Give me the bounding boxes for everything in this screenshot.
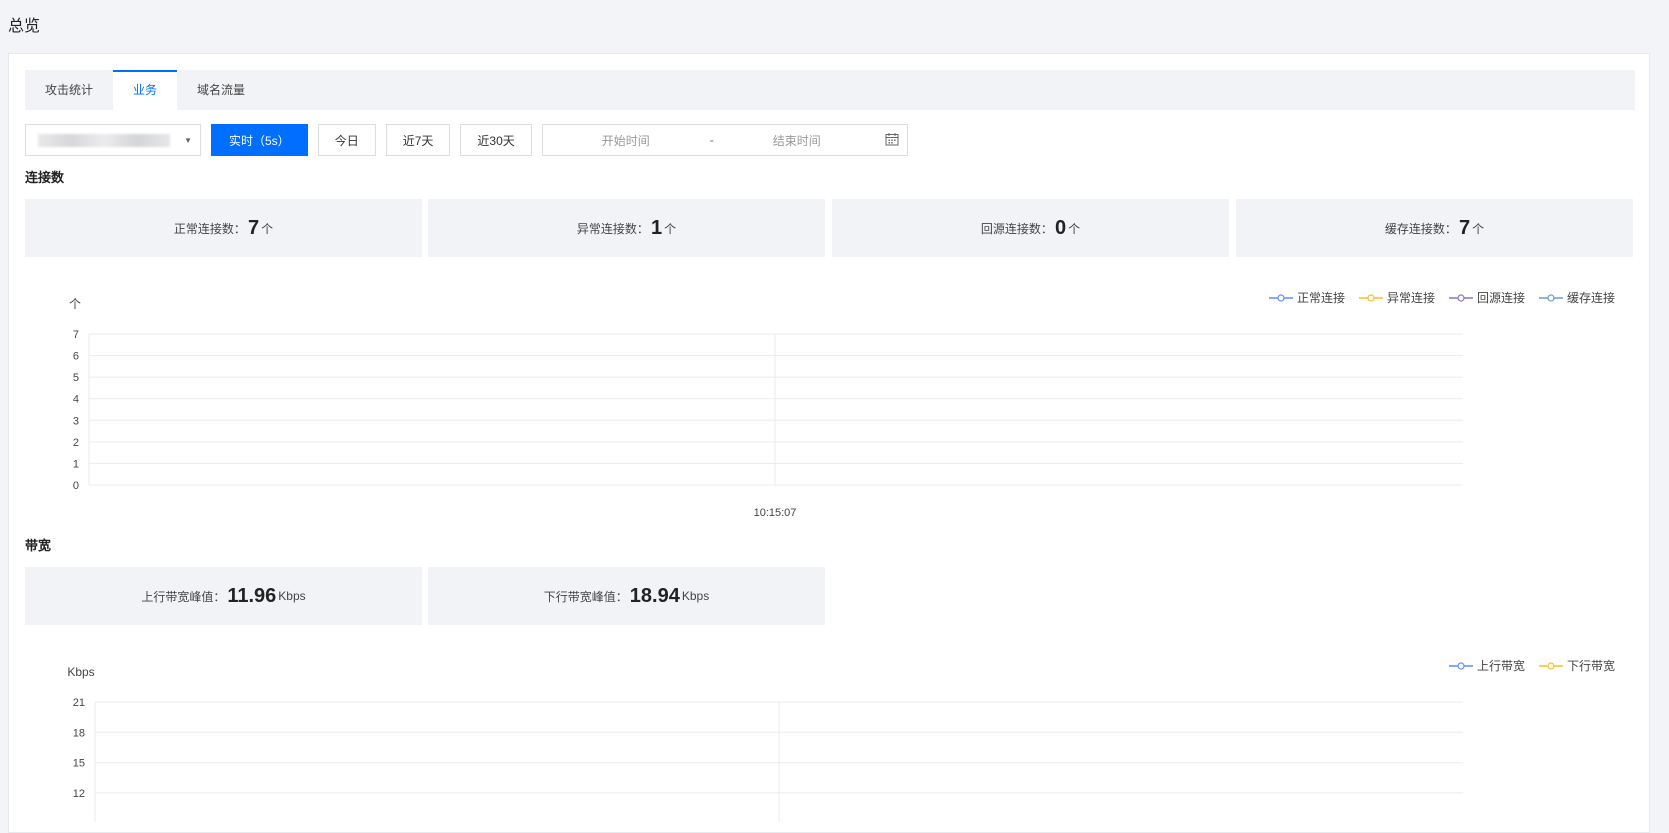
y-tick-label: 4 <box>73 394 79 406</box>
x-tick-label: 10:15:07 <box>754 507 797 519</box>
stat-value: 0 <box>1054 216 1067 239</box>
tab-business[interactable]: 业务 <box>113 70 178 110</box>
y-tick-label: 15 <box>73 758 85 770</box>
origin-connections-stat: 回源连接数： 0 个 <box>832 199 1229 257</box>
y-tick-label: 2 <box>73 437 79 449</box>
toolbar: ▼ 实时（5s） 今日 近7天 近30天 开始时间 - 结束时间 <box>25 124 908 156</box>
stat-unit: 个 <box>1472 221 1485 236</box>
stat-label: 缓存连接数： <box>1384 221 1457 236</box>
y-tick-label: 0 <box>73 480 79 492</box>
start-time-input[interactable]: 开始时间 <box>602 132 650 149</box>
caret-down-icon: ▼ <box>184 136 192 145</box>
end-time-input[interactable]: 结束时间 <box>773 132 821 149</box>
stat-label: 正常连接数： <box>173 221 246 236</box>
connections-chart: 个 0 1 2 3 4 5 6 7 10:15:07 <box>69 297 1463 519</box>
date-separator: - <box>709 133 714 147</box>
cache-connections-stat: 缓存连接数： 7 个 <box>1236 199 1633 257</box>
tab-attack-stats[interactable]: 攻击统计 <box>25 70 113 110</box>
stat-label: 异常连接数： <box>576 221 649 236</box>
stat-value: 1 <box>650 216 663 239</box>
y-tick-label: 18 <box>73 727 85 739</box>
stat-unit: 个 <box>1068 221 1081 236</box>
bandwidth-chart: Kbps 12 15 18 21 <box>67 665 1463 822</box>
normal-connections-stat: 正常连接数： 7 个 <box>25 199 422 257</box>
calendar-icon[interactable] <box>885 132 899 146</box>
stat-label: 回源连接数： <box>980 221 1053 236</box>
y-tick-label: 6 <box>73 351 79 363</box>
y-tick-label: 21 <box>73 697 85 709</box>
today-button[interactable]: 今日 <box>317 124 376 156</box>
stat-unit: 个 <box>664 221 677 236</box>
stat-value: 18.94 <box>629 584 680 607</box>
tab-domain-traffic[interactable]: 域名流量 <box>177 70 265 110</box>
page-title: 总览 <box>8 18 41 35</box>
bandwidth-section-title: 带宽 <box>25 538 52 553</box>
stat-value: 11.96 <box>227 584 277 607</box>
stat-unit: 个 <box>261 221 274 236</box>
y-tick-label: 3 <box>73 415 79 427</box>
redacted-selected-value <box>38 134 170 147</box>
stat-unit: Kbps <box>681 589 710 603</box>
tab-bar: 攻击统计 业务 域名流量 <box>25 70 1635 110</box>
stat-value: 7 <box>1458 216 1471 239</box>
abnormal-connections-stat: 异常连接数： 1 个 <box>428 199 825 257</box>
connections-section-title: 连接数 <box>25 170 65 185</box>
downstream-bandwidth-stat: 下行带宽峰值： 18.94 Kbps <box>428 567 825 625</box>
overview-card: 攻击统计 业务 域名流量 ▼ 实时（5s） 今日 近7天 近30天 开始时间 -… <box>8 53 1650 833</box>
y-axis-unit-label: 个 <box>69 297 81 311</box>
stat-unit: Kbps <box>278 589 306 603</box>
instance-select[interactable]: ▼ <box>25 124 201 156</box>
stat-value: 7 <box>247 216 260 239</box>
upstream-bandwidth-stat: 上行带宽峰值： 11.96 Kbps <box>25 567 422 625</box>
stat-label: 上行带宽峰值： <box>141 589 226 604</box>
date-range-picker[interactable]: 开始时间 - 结束时间 <box>541 124 908 156</box>
last-30-days-button[interactable]: 近30天 <box>460 124 532 156</box>
y-tick-label: 7 <box>73 329 79 341</box>
stat-label: 下行带宽峰值： <box>543 589 628 604</box>
y-tick-label: 5 <box>73 372 79 384</box>
y-tick-label: 12 <box>73 788 85 800</box>
y-tick-label: 1 <box>73 458 79 470</box>
y-axis-unit-label: Kbps <box>67 665 94 679</box>
realtime-button[interactable]: 实时（5s） <box>211 124 308 156</box>
last-7-days-button[interactable]: 近7天 <box>385 124 451 156</box>
